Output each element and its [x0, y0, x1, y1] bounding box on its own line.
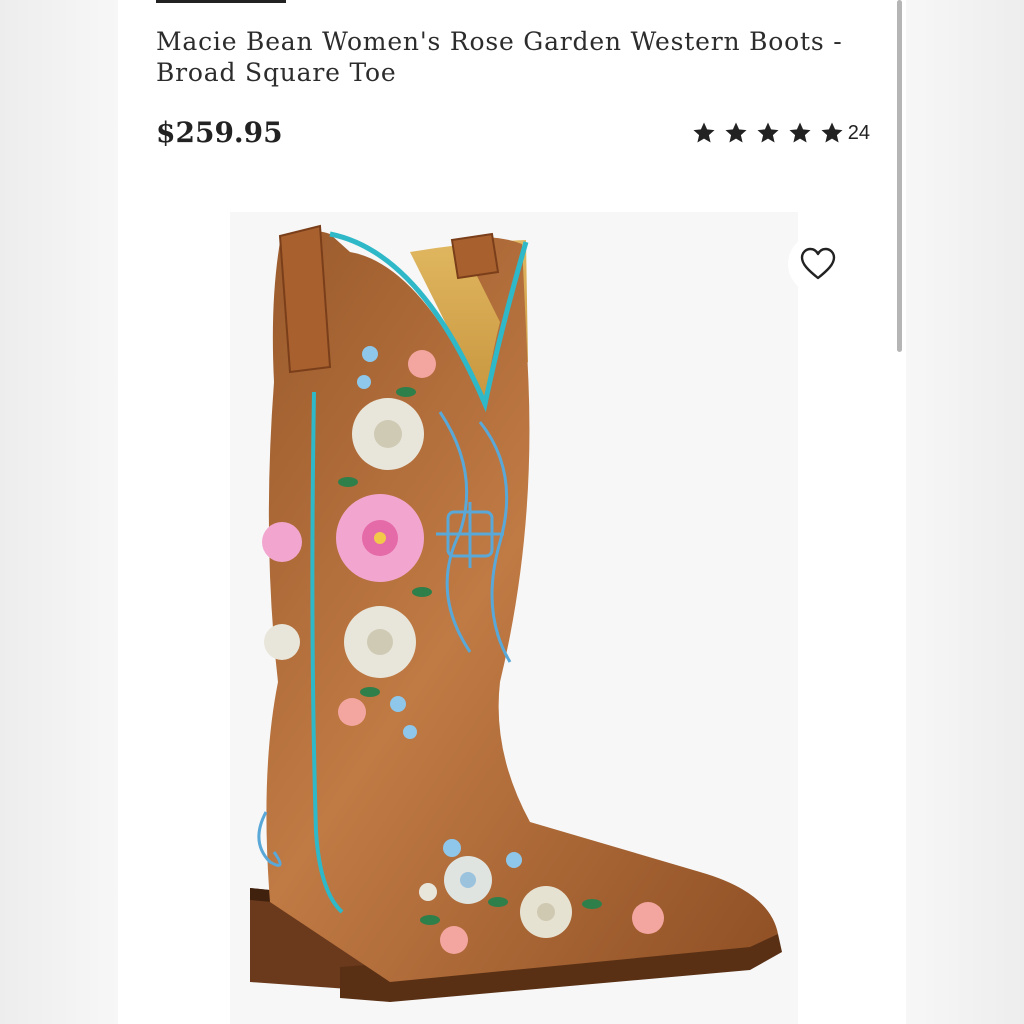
star-icon: [757, 122, 779, 143]
heart-outline-icon: [800, 247, 836, 280]
review-count[interactable]: 24: [848, 122, 870, 145]
scrollbar[interactable]: [897, 0, 902, 352]
page-margin-left: [0, 0, 118, 1024]
product-title: Macie Bean Women's Rose Garden Western B…: [156, 27, 843, 87]
star-icon: [821, 122, 843, 143]
star-icon: [693, 122, 715, 143]
product-page: Macie Bean Women's Rose Garden Western B…: [118, 0, 906, 1024]
product-price: $259.95: [156, 116, 283, 149]
star-icon: [725, 122, 747, 143]
favorite-button[interactable]: [788, 234, 848, 294]
boot-illustration: [250, 224, 782, 1002]
header-divider: [156, 0, 286, 3]
product-image[interactable]: [230, 212, 798, 1024]
star-icon: [789, 122, 811, 143]
product-rating[interactable]: 24: [692, 121, 870, 145]
page-margin-right: [906, 0, 1024, 1024]
